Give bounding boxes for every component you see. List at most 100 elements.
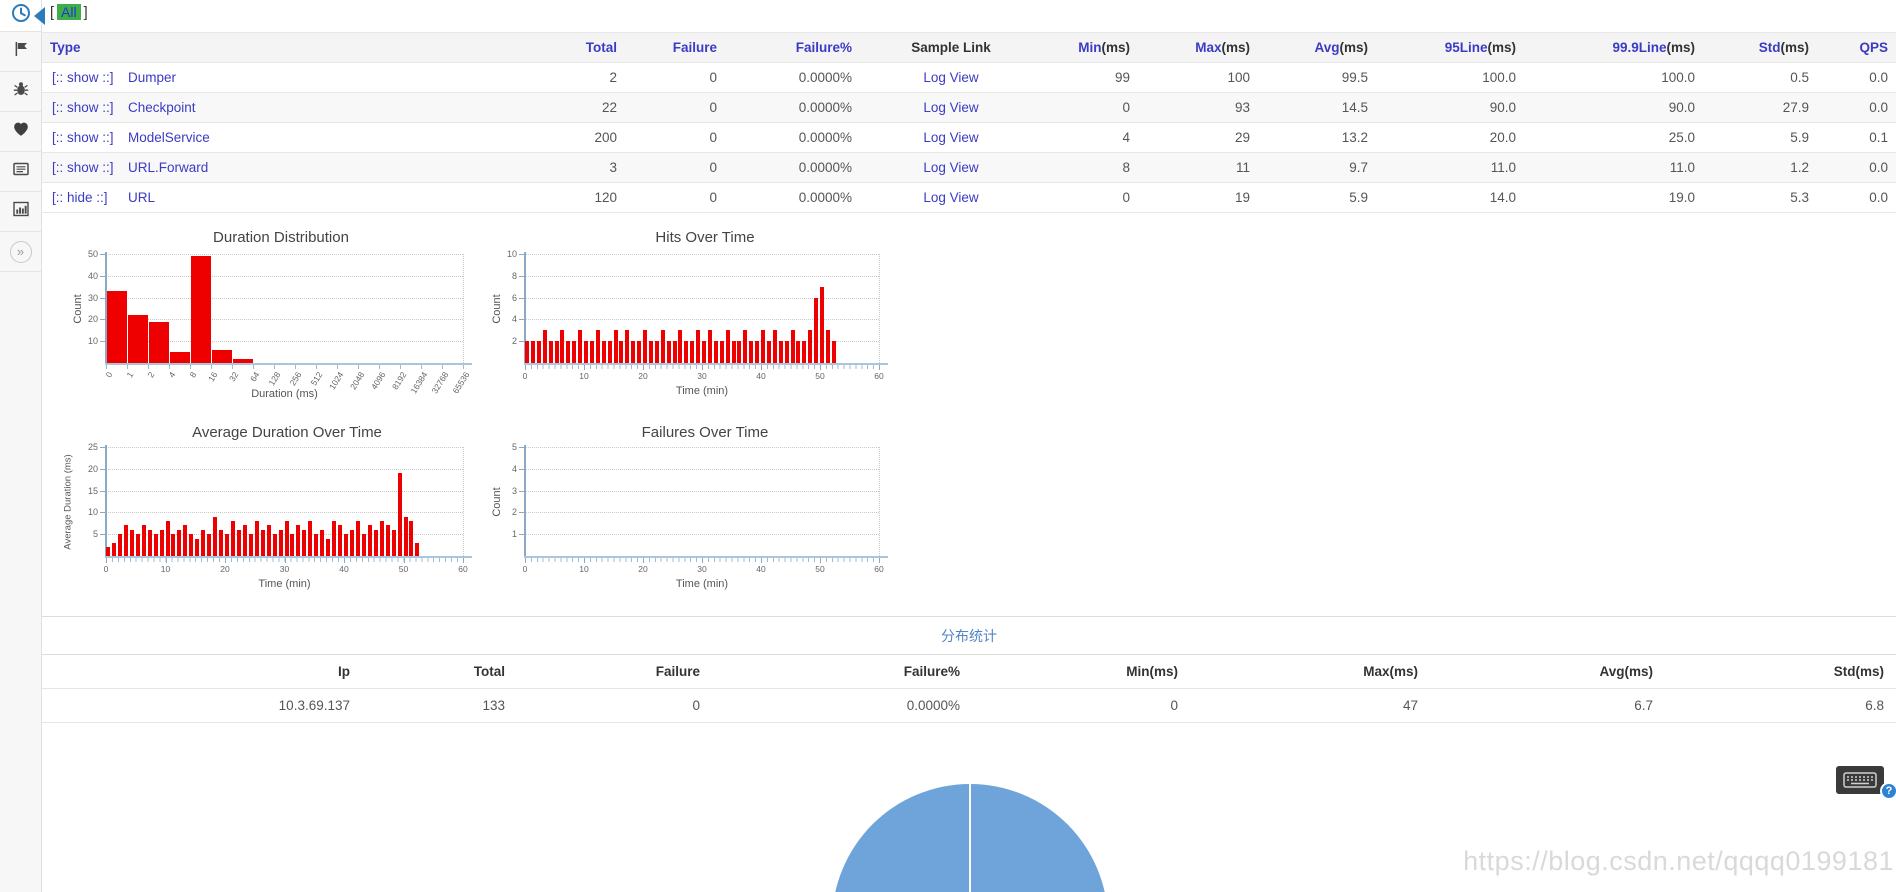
time-bar bbox=[755, 341, 759, 363]
sidebar-item-statistics[interactable] bbox=[0, 192, 41, 232]
time-bar bbox=[631, 341, 635, 363]
sidebar-empty-area bbox=[0, 272, 41, 892]
log-view-link[interactable]: Log View bbox=[923, 100, 978, 115]
toggle-detail-link[interactable]: [:: show ::] bbox=[52, 160, 114, 175]
sort-link[interactable]: Max bbox=[1195, 40, 1221, 55]
toggle-detail-link[interactable]: [:: show ::] bbox=[52, 130, 114, 145]
sort-link[interactable]: QPS bbox=[1860, 40, 1889, 55]
help-icon[interactable]: ? bbox=[1880, 782, 1896, 800]
gridline bbox=[525, 491, 879, 492]
toggle-detail-link[interactable]: [:: hide ::] bbox=[52, 190, 108, 205]
log-view-link[interactable]: Log View bbox=[923, 160, 978, 175]
chart-title: Failures Over Time bbox=[642, 424, 769, 441]
value-cell: 0.0000% bbox=[725, 183, 860, 213]
column-header-total[interactable]: Total bbox=[360, 33, 625, 63]
filter-all-chip[interactable]: All bbox=[57, 4, 81, 20]
dist-column-header: Total bbox=[362, 655, 517, 689]
time-bar bbox=[737, 341, 741, 363]
sort-link[interactable]: Failure bbox=[673, 40, 717, 55]
sort-link[interactable]: Std bbox=[1759, 40, 1781, 55]
dist-column-header: Std(ms) bbox=[1665, 655, 1896, 689]
gridline bbox=[106, 254, 463, 255]
column-header-qps[interactable]: QPS bbox=[1817, 33, 1896, 63]
toggle-detail-link[interactable]: [:: show ::] bbox=[52, 70, 114, 85]
column-header-min[interactable]: Min(ms) bbox=[1042, 33, 1138, 63]
type-link[interactable]: URL.Forward bbox=[128, 160, 208, 175]
x-tick-label: 50 bbox=[396, 564, 412, 574]
dist-column-header: Ip bbox=[42, 655, 362, 689]
x-tick-label: 20 bbox=[635, 564, 651, 574]
helper-widget[interactable]: ? bbox=[1836, 764, 1896, 802]
time-bar bbox=[649, 341, 653, 363]
unit-suffix: (ms) bbox=[1781, 40, 1810, 55]
time-bar bbox=[386, 525, 390, 556]
sidebar-item-debug[interactable] bbox=[0, 72, 41, 112]
sort-link[interactable]: Avg bbox=[1314, 40, 1339, 55]
dist-column-header: Failure% bbox=[712, 655, 972, 689]
time-bar bbox=[255, 521, 259, 556]
time-bar bbox=[368, 525, 372, 556]
column-header-std[interactable]: Std(ms) bbox=[1703, 33, 1817, 63]
sidebar-item-expand[interactable]: » bbox=[0, 232, 41, 272]
type-link[interactable]: Dumper bbox=[128, 70, 176, 85]
column-header-failure-[interactable]: Failure% bbox=[725, 33, 860, 63]
time-bar bbox=[796, 341, 800, 363]
value-cell: 14.0 bbox=[1376, 183, 1524, 213]
x-tick-label: 60 bbox=[871, 564, 887, 574]
sidebar-item-favorite[interactable] bbox=[0, 112, 41, 152]
service-table-header: TypeTotalFailureFailure%Sample LinkMin(m… bbox=[42, 33, 1896, 63]
monitoring-dashboard: » [All] TypeTotalFailureFailure%Sample L… bbox=[0, 0, 1896, 892]
sort-link[interactable]: 95Line bbox=[1445, 40, 1488, 55]
distribution-table-header: IpTotalFailureFailure%Min(ms)Max(ms)Avg(… bbox=[42, 655, 1896, 689]
time-bar bbox=[279, 530, 283, 556]
column-header-95line[interactable]: 95Line(ms) bbox=[1376, 33, 1524, 63]
log-view-link[interactable]: Log View bbox=[923, 70, 978, 85]
value-cell: 90.0 bbox=[1524, 93, 1703, 123]
service-row: [:: show ::]Dumper200.0000%Log View99100… bbox=[42, 63, 1896, 93]
sidebar-item-log-list[interactable] bbox=[0, 152, 41, 192]
x-tick-label: 50 bbox=[812, 564, 828, 574]
sort-link[interactable]: 99.9Line bbox=[1612, 40, 1666, 55]
value-cell: 90.0 bbox=[1376, 93, 1524, 123]
x-tick-label: 0 bbox=[517, 564, 533, 574]
keyboard-icon[interactable] bbox=[1836, 766, 1884, 794]
log-view-link[interactable]: Log View bbox=[923, 130, 978, 145]
x-major-tick bbox=[404, 558, 405, 563]
sort-link[interactable]: Failure% bbox=[796, 40, 852, 55]
sidebar-item-flag[interactable] bbox=[0, 32, 41, 72]
x-major-tick bbox=[225, 558, 226, 563]
column-header-type[interactable]: Type bbox=[42, 33, 360, 63]
column-header-99-9line[interactable]: 99.9Line(ms) bbox=[1524, 33, 1703, 63]
type-link[interactable]: Checkpoint bbox=[128, 100, 196, 115]
dist-value-cell: 6.8 bbox=[1665, 689, 1896, 723]
toggle-detail-link[interactable]: [:: show ::] bbox=[52, 100, 114, 115]
value-cell: 13.2 bbox=[1258, 123, 1376, 153]
column-header-failure[interactable]: Failure bbox=[625, 33, 725, 63]
value-cell: 9.7 bbox=[1258, 153, 1376, 183]
column-header-max[interactable]: Max(ms) bbox=[1138, 33, 1258, 63]
gridline bbox=[106, 491, 463, 492]
time-bar bbox=[678, 330, 682, 363]
type-link[interactable]: ModelService bbox=[128, 130, 210, 145]
collapse-sidebar-arrow[interactable] bbox=[34, 7, 45, 25]
x-axis-label: Time (min) bbox=[258, 578, 310, 590]
sort-link[interactable]: Min bbox=[1078, 40, 1101, 55]
value-cell: 120 bbox=[360, 183, 625, 213]
time-bar bbox=[791, 330, 795, 363]
sort-link[interactable]: Total bbox=[586, 40, 617, 55]
histogram-bar bbox=[212, 350, 232, 363]
time-bar bbox=[543, 330, 547, 363]
value-cell: 11 bbox=[1138, 153, 1258, 183]
time-bar bbox=[785, 341, 789, 363]
time-bar bbox=[261, 530, 265, 556]
column-header-avg[interactable]: Avg(ms) bbox=[1258, 33, 1376, 63]
pie-slice-divider bbox=[969, 784, 971, 892]
type-link[interactable]: URL bbox=[128, 190, 155, 205]
time-bar bbox=[749, 341, 753, 363]
sort-link[interactable]: Type bbox=[50, 40, 81, 55]
unit-suffix: (ms) bbox=[1667, 40, 1696, 55]
time-bar bbox=[673, 341, 677, 363]
x-tick-label: 0 bbox=[98, 564, 114, 574]
value-cell: 93 bbox=[1138, 93, 1258, 123]
log-view-link[interactable]: Log View bbox=[923, 190, 978, 205]
